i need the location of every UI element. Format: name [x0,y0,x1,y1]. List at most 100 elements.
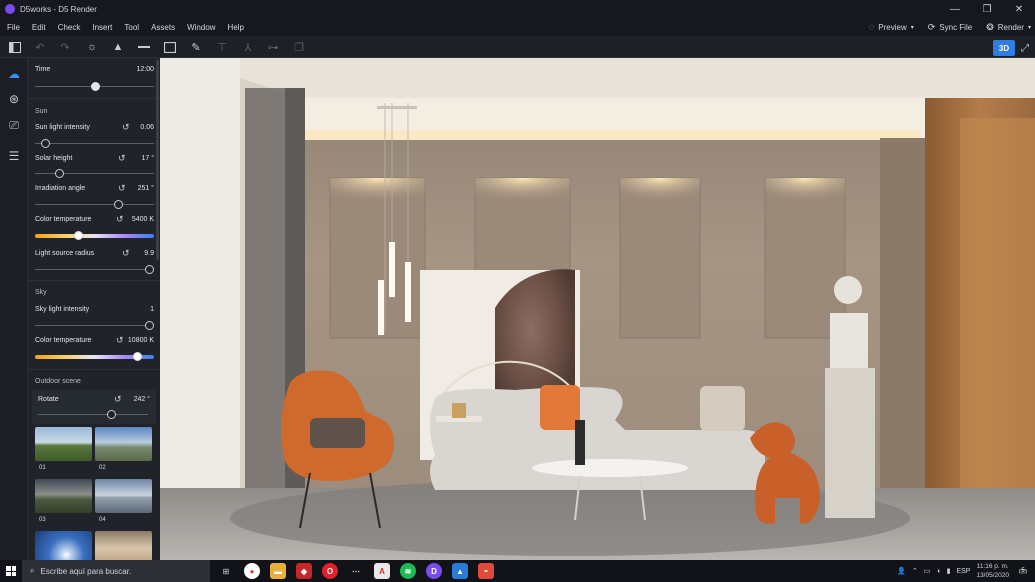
tray-language[interactable]: ESP [956,568,970,575]
menu-file[interactable]: File [0,23,25,32]
tray-battery-icon[interactable]: ▮ [947,567,951,575]
sun-intensity-slider[interactable] [35,139,154,148]
d5-render-taskbar-icon[interactable]: D [426,563,442,579]
render-button[interactable]: ❂ Render ▾ [986,22,1031,33]
reset-icon[interactable]: ↺ [116,214,124,225]
materials-icon[interactable]: ⊛ [6,91,22,107]
panel-scrollbar[interactable] [156,60,159,260]
sky-section-title: Sky [35,289,47,296]
reset-icon[interactable]: ↺ [116,335,124,346]
tray-clock[interactable]: 11:16 p. m. 13/05/2020 [976,562,1009,580]
start-button[interactable] [0,560,22,582]
expand-view-icon[interactable]: ⤢ [1018,40,1032,56]
app-grid-icon[interactable]: ⋯ [348,563,364,579]
sync-file-button[interactable]: ⟳ Sync File [928,22,972,33]
reset-icon[interactable]: ↺ [118,153,126,164]
divider [28,280,160,281]
menu-tool[interactable]: Tool [117,23,144,32]
d5-logo-icon [5,4,15,14]
preview-label: Preview [878,22,907,32]
rotate-slider[interactable] [38,410,148,419]
rotate-label: Rotate [38,396,59,403]
sun-settings-icon[interactable]: ☼ [84,39,100,55]
rotate-value: 242 ° [133,396,150,403]
menu-help[interactable]: Help [221,23,249,32]
eyedropper-icon[interactable]: ✎ [188,39,204,55]
scene-03-label: 03 [39,517,46,523]
axis-icon[interactable]: ⅄ [240,39,256,55]
undo-icon[interactable]: ↶ [32,39,48,55]
menu-edit[interactable]: Edit [25,23,51,32]
notification-center-icon[interactable]: ▭ 5 [1015,563,1031,579]
line-tool-icon[interactable] [136,39,152,55]
light-cone-icon[interactable]: ▲ [110,39,126,55]
layers-icon[interactable]: ❐ [291,39,307,55]
view-3d-button[interactable]: 3D [993,40,1015,56]
sky-color-temp-slider[interactable] [35,352,154,361]
window-title: D5works - D5 Render [20,4,97,14]
weather-cloud-icon[interactable]: ☁ [6,66,22,82]
photos-icon[interactable]: ▲ [452,563,468,579]
align-icon[interactable]: ⊶ [265,39,281,55]
redo-icon[interactable]: ↷ [57,39,73,55]
outdoor-scene-02-thumb[interactable] [95,427,152,461]
document-list-icon[interactable]: ☰ [6,148,22,164]
reset-icon[interactable]: ↺ [122,122,130,133]
close-button[interactable]: ✕ [1003,0,1035,18]
irradiation-angle-label: Irradiation angle [35,185,86,192]
time-slider-handle[interactable] [90,82,100,91]
sun-intensity-handle[interactable] [40,139,50,148]
tray-network-icon[interactable]: ▭ [924,567,931,575]
tray-up-arrow-icon[interactable]: ⌃ [912,567,918,575]
taskbar-search[interactable]: ⌕ Escribe aquí para buscar. [22,560,210,582]
tray-volume-icon[interactable]: ◖ [936,568,940,575]
menu-assets[interactable]: Assets [144,23,180,32]
time-slider[interactable] [35,82,154,91]
minimize-button[interactable]: — [939,0,971,18]
app-red-icon[interactable]: ◆ [296,563,312,579]
opera-icon[interactable]: O [322,563,338,579]
reset-icon[interactable]: ↺ [118,183,126,194]
menu-insert[interactable]: Insert [85,23,117,32]
search-placeholder: Escribe aquí para buscar. [40,566,132,576]
tray-person-icon[interactable]: 👤 [897,567,906,575]
irradiation-angle-handle[interactable] [114,200,124,209]
paint-brush-icon[interactable]: ⊤ [214,39,230,55]
frame-icon[interactable] [162,39,178,55]
outdoor-scene-04-thumb[interactable] [95,479,152,513]
light-radius-handle[interactable] [145,265,155,274]
maximize-button[interactable]: ❐ [971,0,1003,18]
solar-height-slider[interactable] [35,169,154,178]
preview-button[interactable]: ◌ Preview ▾ [868,22,913,33]
sky-intensity-handle[interactable] [145,321,155,330]
sun-color-temp-handle[interactable] [73,231,83,240]
camera-scene-icon[interactable]: ⎚ [6,117,22,133]
rotate-handle[interactable] [106,410,116,419]
outdoor-scene-05-thumb[interactable] [35,531,92,560]
reset-icon[interactable]: ↺ [114,394,122,405]
task-view-icon[interactable]: ⊞ [218,563,234,579]
panel-toggle-icon[interactable] [7,39,23,55]
sky-intensity-slider[interactable] [35,321,155,330]
light-radius-slider[interactable] [35,265,155,274]
acrobat-icon[interactable]: A [374,563,390,579]
render-viewport[interactable] [160,58,1035,560]
reset-icon[interactable]: ↺ [122,248,130,259]
outdoor-scene-06-thumb[interactable] [95,531,152,560]
chrome-icon[interactable]: ● [244,563,260,579]
solar-height-handle[interactable] [54,169,64,178]
environment-panel: Time 12:00 Sun Sun light intensity ↺ 0.0… [28,58,160,560]
irradiation-angle-slider[interactable] [35,200,154,209]
sun-color-temp-slider[interactable] [35,231,154,240]
spotify-icon[interactable]: ≋ [400,563,416,579]
sync-label: Sync File [939,22,973,32]
sky-color-temp-handle[interactable] [133,352,143,361]
outdoor-scene-03-thumb[interactable] [35,479,92,513]
outdoor-scene-01-thumb[interactable] [35,427,92,461]
sun-section-title: Sun [35,108,48,115]
divider [28,98,160,99]
menu-check[interactable]: Check [51,23,86,32]
app-swirl-icon[interactable]: ◓ [478,563,494,579]
menu-window[interactable]: Window [180,23,220,32]
file-explorer-icon[interactable]: ▬ [270,563,286,579]
